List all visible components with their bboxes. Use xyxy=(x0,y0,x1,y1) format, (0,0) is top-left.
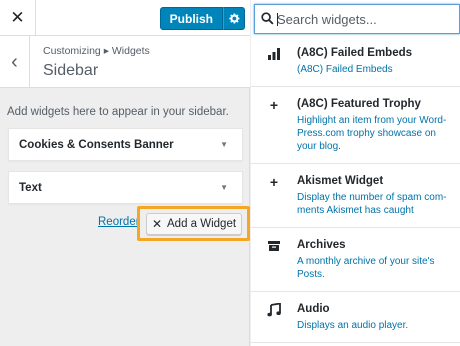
close-icon: ✕ xyxy=(151,217,162,231)
search-icon xyxy=(261,12,274,25)
widget-title: (A8C) Failed Embeds xyxy=(297,47,413,59)
widget-description: A monthly archive of your site's Posts. xyxy=(297,256,435,280)
search-input[interactable] xyxy=(277,5,457,33)
breadcrumb: Customizing ▸ Widgets xyxy=(43,45,150,57)
widget-title: Cookies & Consents Banner xyxy=(19,139,174,151)
reorder-link[interactable]: Reorder xyxy=(98,216,140,228)
widget-row-text[interactable]: Text ▼ xyxy=(8,171,243,204)
bar-chart-icon xyxy=(267,47,281,61)
publish-group: Publish xyxy=(159,7,245,30)
publish-button[interactable]: Publish xyxy=(159,7,223,30)
chevron-left-icon: ‹ xyxy=(11,50,18,73)
archive-icon xyxy=(267,239,281,253)
customizer-panel: ✕ Publish ‹ Customizing ▸ Widgets Sideba… xyxy=(0,0,250,346)
widget-title: (A8C) Featured Trophy xyxy=(297,98,421,110)
add-widget-button[interactable]: ✕ Add a Widget xyxy=(146,213,242,235)
available-widgets-panel: (A8C) Failed Embeds (A8C) Failed Embeds … xyxy=(251,0,460,346)
available-widget-list: (A8C) Failed Embeds (A8C) Failed Embeds … xyxy=(251,36,460,343)
music-note-icon xyxy=(267,302,281,317)
available-widget-featured-trophy[interactable]: + (A8C) Featured Trophy Highlight an ite… xyxy=(251,87,460,164)
back-button[interactable]: ‹ xyxy=(0,36,30,88)
widget-search-box[interactable] xyxy=(254,4,460,34)
widget-title: Akismet Widget xyxy=(297,175,384,187)
text-cursor xyxy=(277,13,278,26)
close-button[interactable]: ✕ xyxy=(0,0,36,36)
available-widget-akismet[interactable]: + Akismet Widget Display the number of s… xyxy=(251,164,460,228)
widget-description: Highlight an item from your Word-Press.c… xyxy=(297,115,447,152)
caret-down-icon[interactable]: ▼ xyxy=(220,140,228,149)
section-header: ‹ Customizing ▸ Widgets Sidebar xyxy=(0,36,250,88)
widget-description: (A8C) Failed Embeds xyxy=(297,64,393,75)
section-title: Sidebar xyxy=(43,62,99,79)
sidebar-description: Add widgets here to appear in your sideb… xyxy=(7,106,229,118)
gear-icon xyxy=(228,13,239,24)
plus-icon: + xyxy=(269,174,279,190)
caret-down-icon[interactable]: ▼ xyxy=(220,183,228,192)
widget-title: Text xyxy=(19,182,42,194)
available-widget-audio[interactable]: Audio Displays an audio player. xyxy=(251,292,460,343)
widget-title: Audio xyxy=(297,303,330,315)
available-widget-failed-embeds[interactable]: (A8C) Failed Embeds (A8C) Failed Embeds xyxy=(251,36,460,87)
add-widget-label: Add a Widget xyxy=(167,218,237,230)
widget-description: Display the number of spam com-ments Aki… xyxy=(297,192,447,216)
plus-icon: + xyxy=(269,97,279,113)
close-icon: ✕ xyxy=(10,8,25,27)
publish-settings-button[interactable] xyxy=(223,7,245,30)
widget-title: Archives xyxy=(297,239,346,251)
available-widget-archives[interactable]: Archives A monthly archive of your site'… xyxy=(251,228,460,292)
customizer-header: ✕ Publish xyxy=(0,0,250,36)
widget-description: Displays an audio player. xyxy=(297,320,409,331)
widget-row-cookies-banner[interactable]: Cookies & Consents Banner ▼ xyxy=(8,128,243,161)
